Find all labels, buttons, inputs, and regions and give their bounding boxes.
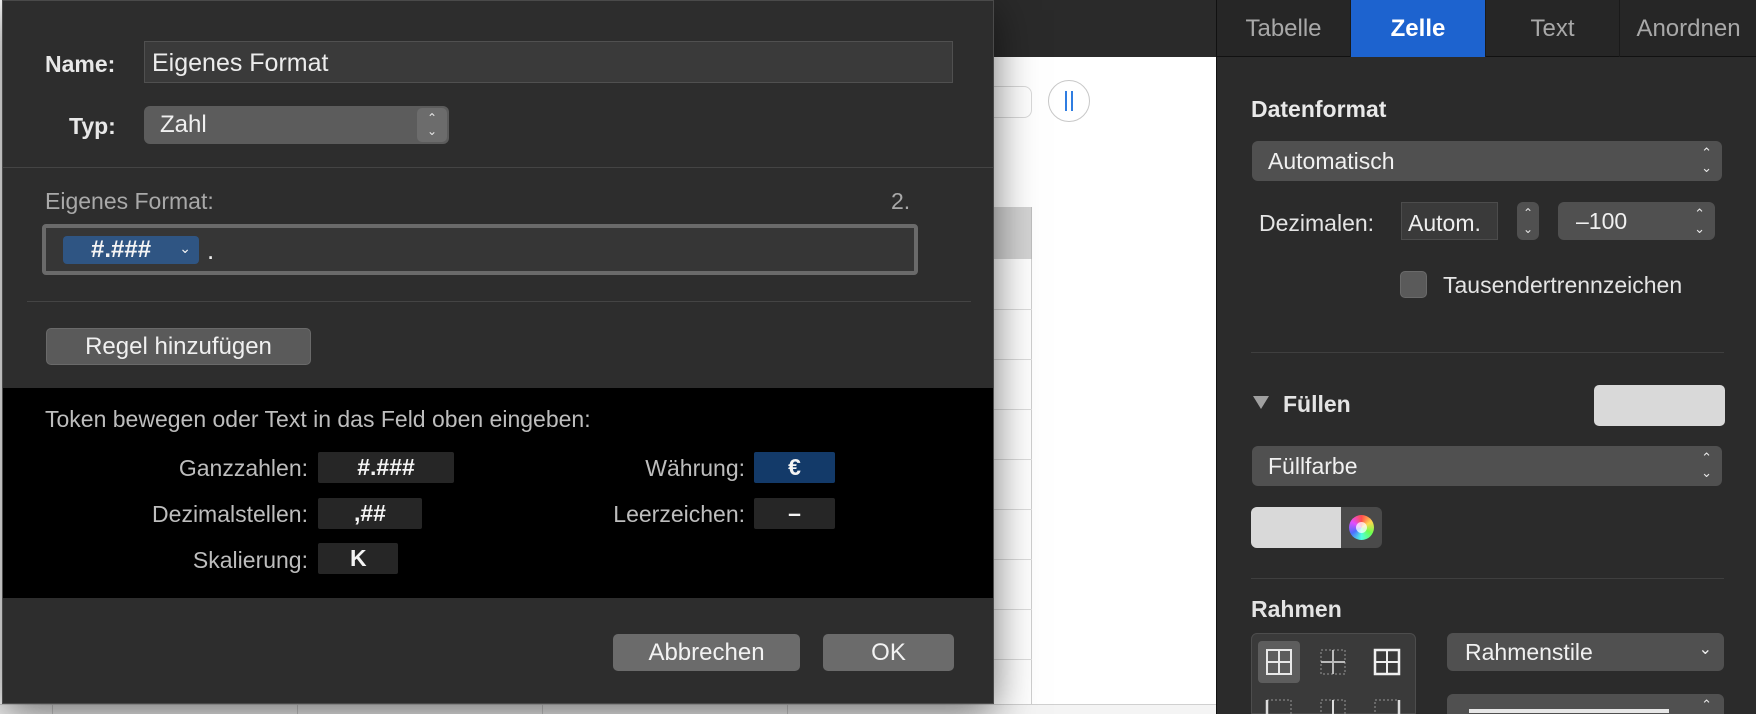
table-row-divider: [990, 409, 1032, 410]
scale-label: Skalierung:: [192, 547, 308, 573]
border-vertical-icon[interactable]: [1312, 691, 1354, 714]
fill-preview-swatch[interactable]: [1594, 385, 1725, 426]
tab-zelle[interactable]: Zelle: [1351, 0, 1486, 57]
color-swatch[interactable]: [1251, 507, 1341, 548]
add-rule-button[interactable]: Regel hinzufügen: [46, 328, 311, 365]
pause-icon: [1065, 91, 1073, 111]
document-search-field[interactable]: [990, 86, 1032, 118]
divider: [27, 301, 971, 302]
currency-token[interactable]: €: [754, 452, 835, 483]
border-style-popup[interactable]: Rahmenstile ⌄: [1447, 633, 1724, 671]
custom-format-dialog: Name: Eigenes Format Typ: Zahl ⌃ ⌄ Eigene…: [2, 0, 994, 704]
chevron-down-icon: ⌄: [179, 240, 191, 256]
color-wheel-icon[interactable]: [1349, 515, 1374, 540]
table-row-divider: [990, 309, 1032, 310]
border-selector: [1251, 633, 1416, 714]
rule-number: 2.: [891, 188, 911, 214]
negative-format-value: –100: [1576, 208, 1628, 234]
table-row-divider: [990, 609, 1032, 610]
pause-button[interactable]: [1048, 80, 1090, 122]
border-inner-icon[interactable]: [1312, 641, 1354, 683]
name-label: Name:: [45, 51, 116, 77]
decimals-label: Dezimalen:: [1259, 210, 1375, 236]
type-popup[interactable]: Zahl ⌃ ⌄: [144, 106, 449, 144]
table-row-divider: [990, 509, 1032, 510]
space-token[interactable]: –: [754, 498, 835, 529]
border-title: Rahmen: [1251, 596, 1342, 622]
fill-type-value: Füllfarbe: [1268, 453, 1358, 479]
token-label: #.###: [91, 236, 152, 263]
disclosure-triangle-icon[interactable]: [1253, 396, 1269, 409]
tab-anordnen[interactable]: Anordnen: [1620, 0, 1756, 57]
thousands-separator-label: Tausendertrennzeichen: [1443, 272, 1683, 298]
decimals-token[interactable]: ,##: [318, 498, 422, 529]
type-popup-value: Zahl: [160, 111, 207, 138]
format-name-field[interactable]: Eigenes Format: [144, 41, 953, 83]
line-style-preview: [1469, 709, 1669, 713]
inspector-tabs: Tabelle Zelle Text Anordnen: [1217, 0, 1756, 57]
border-style-value: Rahmenstile: [1465, 639, 1593, 665]
cancel-button[interactable]: Abbrechen: [613, 634, 800, 671]
data-format-popup[interactable]: Automatisch ⌃ ⌄: [1252, 141, 1722, 181]
fill-color-well[interactable]: [1251, 507, 1382, 548]
integers-label: Ganzzahlen:: [178, 455, 308, 481]
negative-number-format-popup[interactable]: –100 ⌃ ⌄: [1558, 202, 1715, 240]
ok-button[interactable]: OK: [823, 634, 954, 671]
updown-chevron-icon: ⌃ ⌄: [1701, 450, 1712, 480]
custom-format-label: Eigenes Format:: [45, 188, 214, 214]
thousands-separator-checkbox[interactable]: [1400, 271, 1427, 298]
fill-title: Füllen: [1283, 391, 1351, 417]
border-outer-icon[interactable]: [1366, 641, 1408, 683]
table-header-row: [990, 207, 1032, 259]
decimals-label: Dezimalstellen:: [152, 501, 308, 527]
integer-format-token[interactable]: #.### ⌄: [63, 236, 199, 264]
border-all-icon[interactable]: [1258, 641, 1300, 683]
table-row-divider: [990, 659, 1032, 660]
chevron-down-icon: ⌄: [1698, 641, 1712, 658]
token-hint: Token bewegen oder Text in das Feld oben…: [45, 406, 591, 432]
data-format-value: Automatisch: [1268, 148, 1395, 174]
tab-tabelle[interactable]: Tabelle: [1217, 0, 1351, 57]
border-line-style-popup[interactable]: ⌃: [1447, 694, 1724, 714]
fill-type-popup[interactable]: Füllfarbe ⌃ ⌄: [1252, 446, 1722, 486]
table-bottom-row: [0, 704, 1216, 714]
format-inspector: Tabelle Zelle Text Anordnen Datenformat …: [1216, 0, 1756, 714]
decimals-stepper[interactable]: ⌃ ⌄: [1517, 202, 1539, 240]
currency-label: Währung:: [645, 455, 745, 481]
divider: [1251, 578, 1724, 579]
format-literal-text: .: [207, 235, 215, 265]
data-format-title: Datenformat: [1251, 96, 1387, 122]
document-toolbar: [990, 0, 1216, 57]
table-row-divider: [990, 459, 1032, 460]
divider: [3, 167, 993, 168]
spreadsheet-table: [990, 207, 1032, 714]
updown-chevron-icon: ⌃ ⌄: [417, 108, 447, 142]
table-row-divider: [990, 559, 1032, 560]
token-palette: Token bewegen oder Text in das Feld oben…: [3, 388, 993, 598]
border-right-icon[interactable]: [1366, 691, 1408, 714]
decimals-field[interactable]: Autom.: [1401, 202, 1498, 240]
updown-chevron-icon: ⌃ ⌄: [1701, 145, 1712, 175]
updown-chevron-icon: ⌃: [1701, 697, 1712, 712]
updown-chevron-icon: ⌃ ⌄: [1694, 206, 1705, 236]
tab-text[interactable]: Text: [1486, 0, 1620, 57]
table-row-divider: [990, 359, 1032, 360]
border-left-icon[interactable]: [1258, 691, 1300, 714]
format-token-field[interactable]: #.### ⌄ .: [42, 224, 918, 275]
type-label: Typ:: [69, 113, 116, 139]
divider: [1251, 352, 1724, 353]
scale-token[interactable]: K: [318, 543, 398, 574]
space-label: Leerzeichen:: [613, 501, 745, 527]
integers-token[interactable]: #.###: [318, 452, 454, 483]
